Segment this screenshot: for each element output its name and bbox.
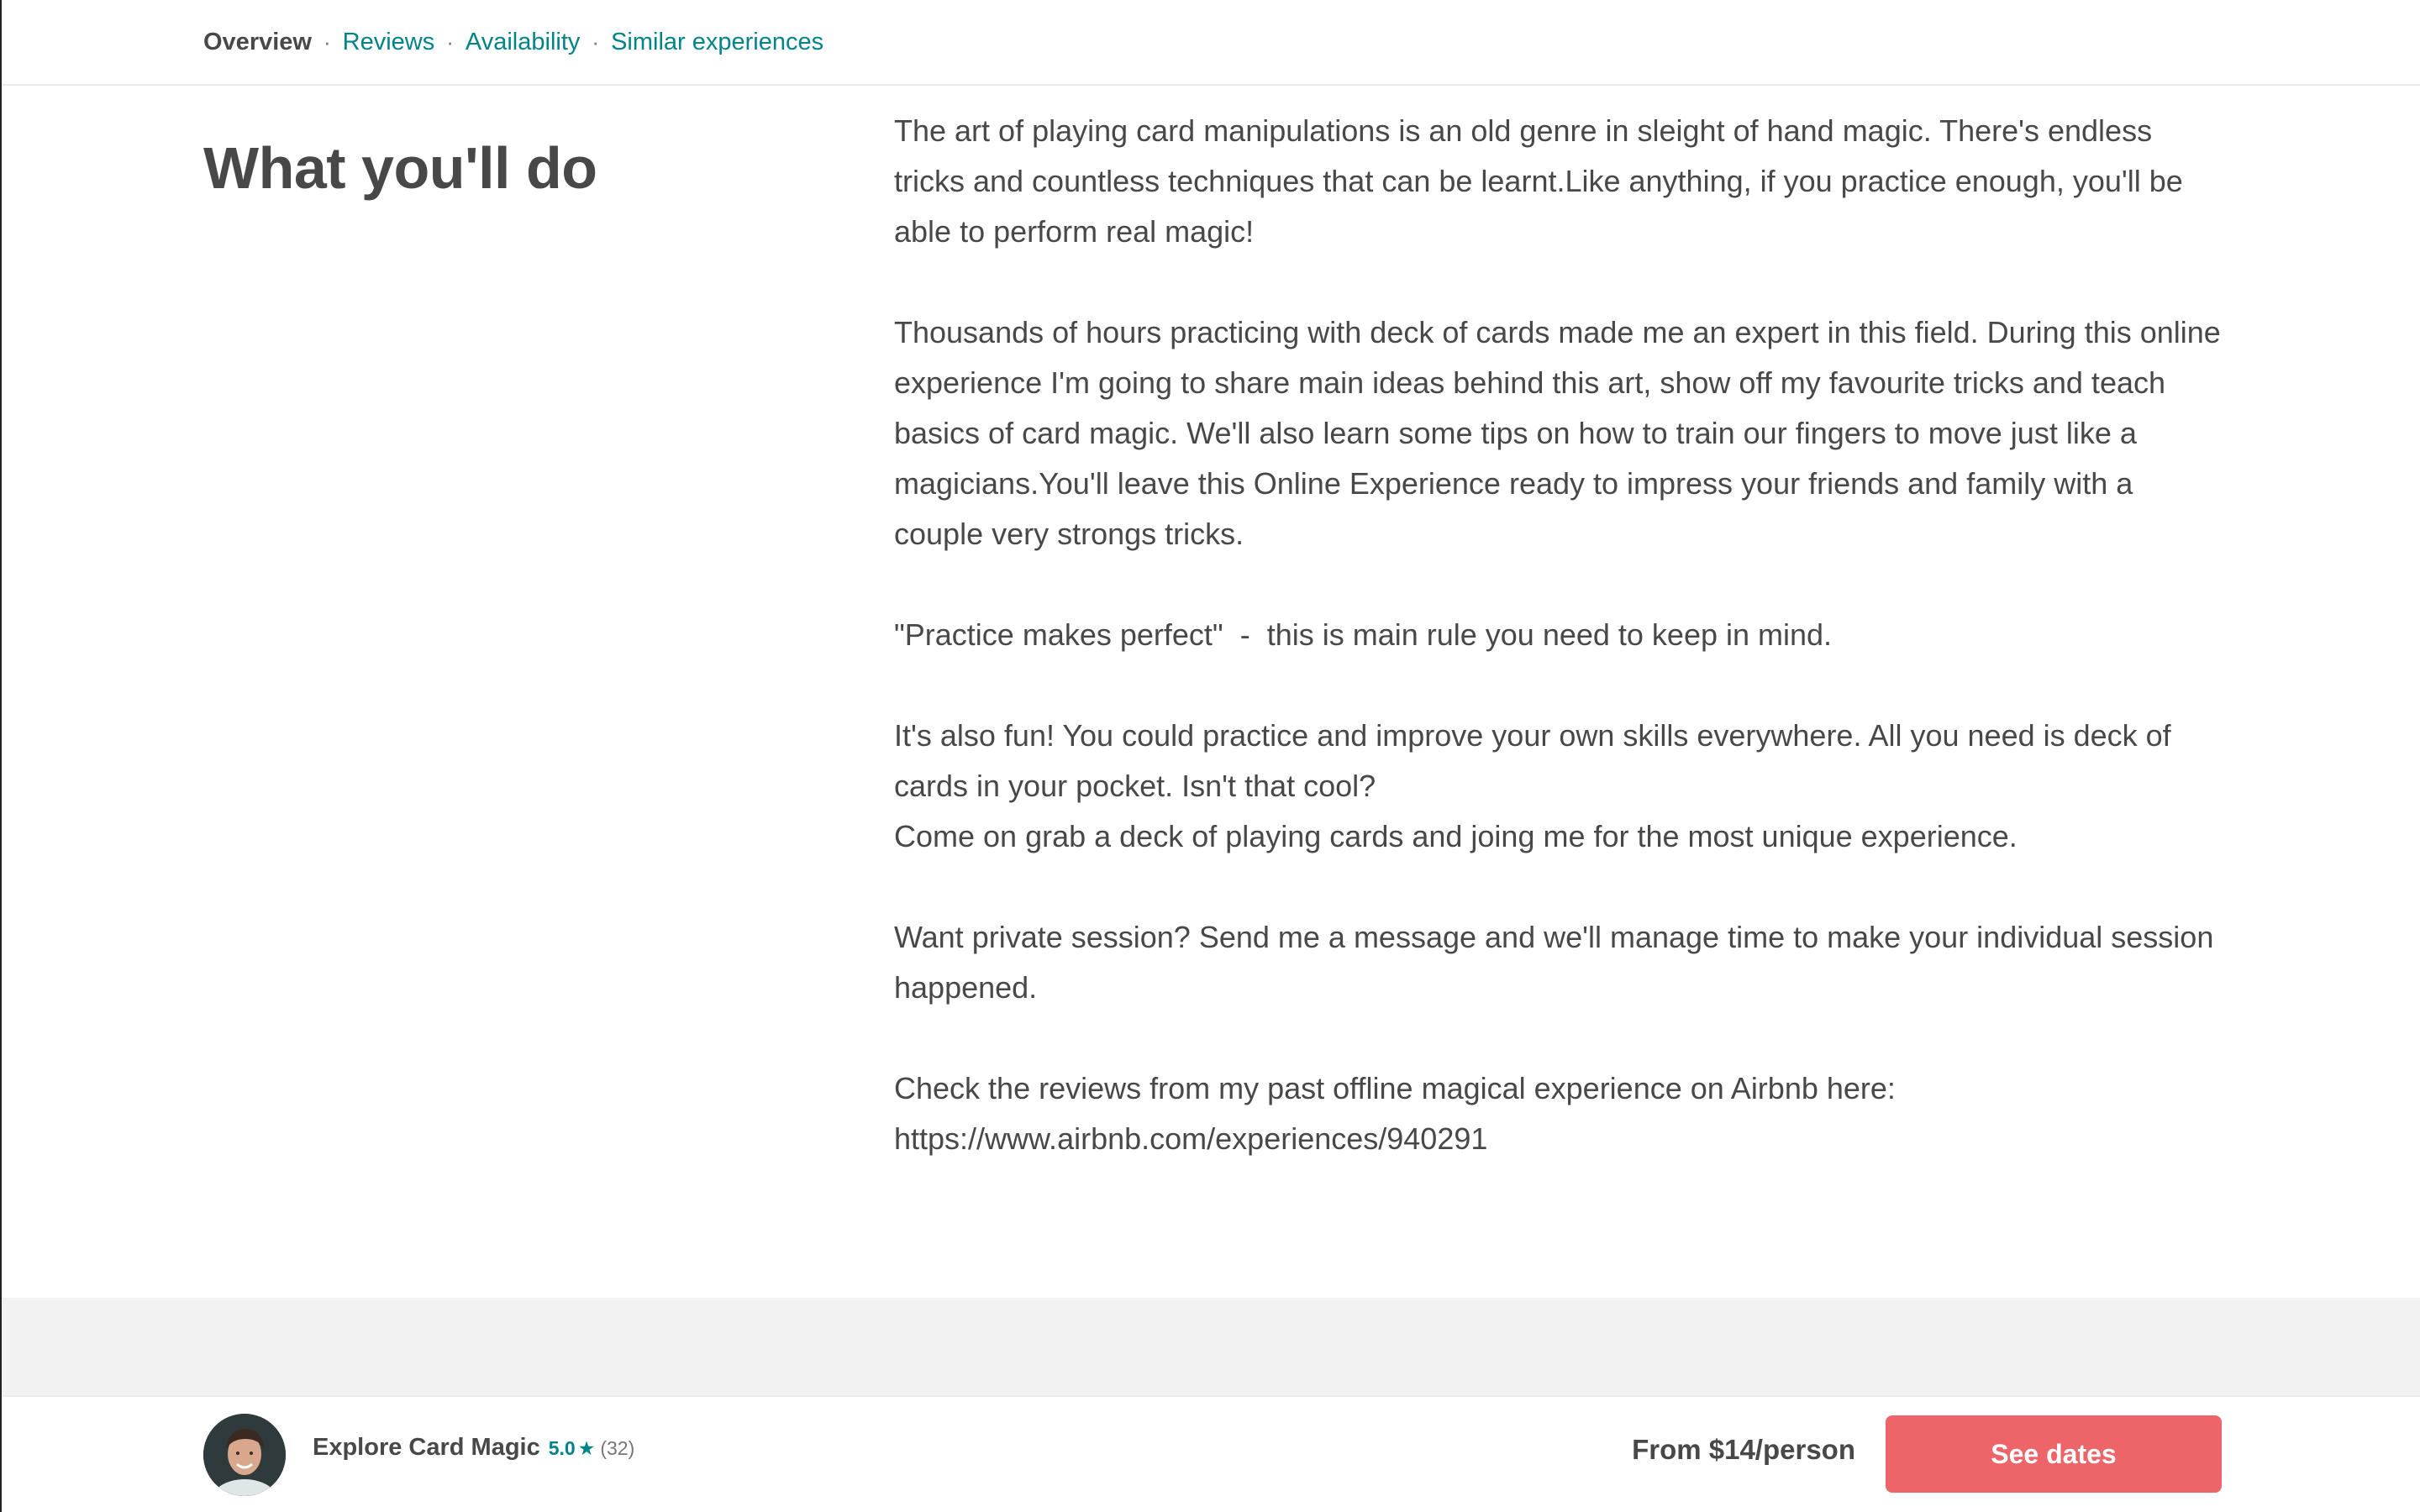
- experience-page: Overview · Reviews · Availability · Simi…: [0, 0, 2420, 1512]
- description-paragraph: "Practice makes perfect" - this is main …: [894, 610, 2222, 660]
- paragraph-line: It's also fun! You could practice and im…: [894, 718, 2171, 803]
- rating-value: 5.0: [548, 1437, 576, 1459]
- subnav-similar-experiences-link[interactable]: Similar experiences: [611, 29, 823, 56]
- description-paragraph: Check the reviews from my past offline m…: [894, 1063, 2222, 1164]
- subnav-overview-link[interactable]: Overview: [203, 29, 312, 56]
- paragraph-line: "Practice makes perfect" - this is main …: [894, 617, 1833, 652]
- subnav-separator: ·: [592, 29, 600, 55]
- section-subnav: Overview · Reviews · Availability · Simi…: [2, 0, 2420, 86]
- experience-link-text: https://www.airbnb.com/experiences/94029…: [894, 1121, 1488, 1156]
- paragraph-line: Thousands of hours practicing with deck …: [894, 315, 2221, 551]
- star-icon: ★: [577, 1437, 596, 1459]
- host-avatar-image: [203, 1414, 286, 1496]
- paragraph-line: Want private session? Send me a message …: [894, 920, 2214, 1005]
- experience-summary: Explore Card Magic 5.0 ★ (32): [313, 1434, 634, 1462]
- section-title: What you'll do: [203, 135, 597, 201]
- subnav-separator: ·: [323, 29, 331, 55]
- price-label: From $14/person: [1632, 1434, 1855, 1465]
- booking-bar: Explore Card Magic 5.0 ★ (32) From $14/p…: [2, 1395, 2420, 1512]
- review-count: (32): [600, 1437, 635, 1459]
- subnav-reviews-link[interactable]: Reviews: [343, 29, 435, 56]
- description-paragraph: It's also fun! You could practice and im…: [894, 711, 2222, 862]
- host-avatar[interactable]: [203, 1414, 286, 1496]
- paragraph-line: Check the reviews from my past offline m…: [894, 1071, 1896, 1105]
- description-paragraph: Thousands of hours practicing with deck …: [894, 307, 2222, 559]
- subnav-separator: ·: [446, 29, 454, 55]
- paragraph-line: The art of playing card manipulations is…: [894, 113, 2183, 249]
- rating: 5.0 ★ (32): [549, 1437, 635, 1460]
- subnav-links: Overview · Reviews · Availability · Simi…: [203, 0, 823, 84]
- subnav-availability-link[interactable]: Availability: [466, 29, 580, 56]
- description-paragraph: Want private session? Send me a message …: [894, 912, 2222, 1013]
- see-dates-button[interactable]: See dates: [1886, 1415, 2222, 1493]
- description-paragraph: The art of playing card manipulations is…: [894, 106, 2222, 257]
- paragraph-line: Come on grab a deck of playing cards and…: [894, 819, 2018, 853]
- section-divider-band: [2, 1298, 2420, 1395]
- description-body: The art of playing card manipulations is…: [894, 106, 2222, 1164]
- experience-title: Explore Card Magic: [313, 1434, 540, 1461]
